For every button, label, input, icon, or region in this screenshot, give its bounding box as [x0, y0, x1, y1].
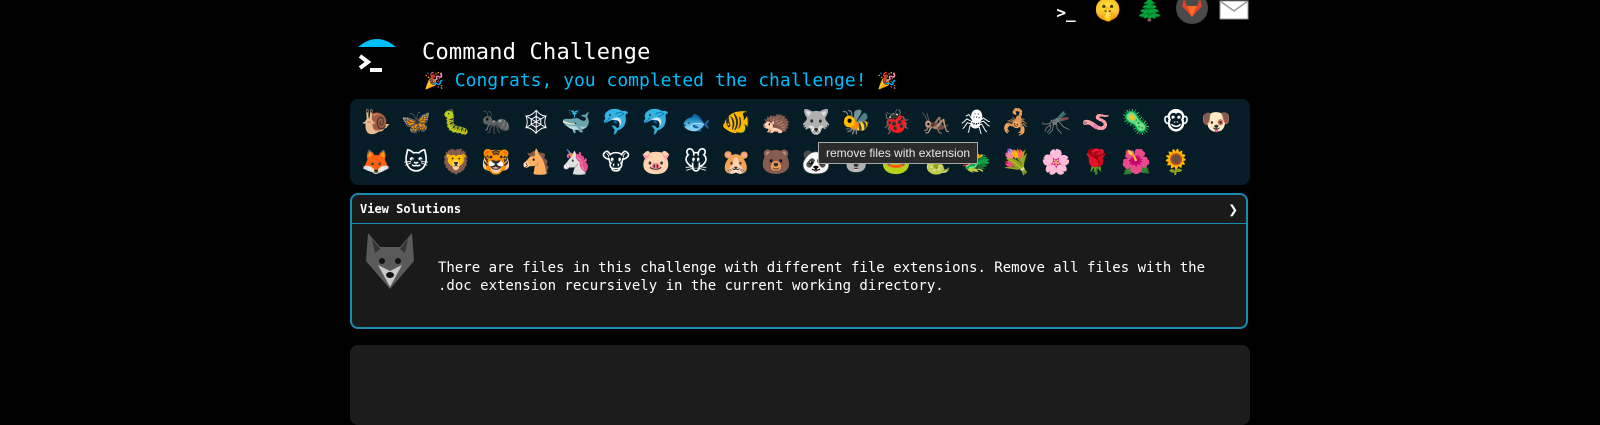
- challenge-icon[interactable]: 🐜: [476, 103, 516, 141]
- challenge-icon[interactable]: 🌺: [1116, 143, 1156, 181]
- challenge-icon[interactable]: 🐯: [476, 143, 516, 181]
- challenge-icon[interactable]: 🐵: [1156, 103, 1196, 141]
- challenge-icon[interactable]: 🪱: [1076, 103, 1116, 141]
- gitlab-icon[interactable]: [1176, 0, 1208, 24]
- challenge-icon[interactable]: 🦟: [1036, 103, 1076, 141]
- shush-face-icon[interactable]: 🤫: [1092, 0, 1124, 26]
- challenge-icon[interactable]: 🐛: [436, 103, 476, 141]
- challenge-icon[interactable]: 🐺: [796, 103, 836, 141]
- challenge-icon[interactable]: 🌻: [1156, 143, 1196, 181]
- challenge-icon[interactable]: 🕸: [516, 103, 556, 141]
- view-solutions-label: View Solutions: [360, 202, 462, 216]
- challenge-icon[interactable]: 🐷: [636, 143, 676, 181]
- challenge-icon[interactable]: 🦂: [996, 103, 1036, 141]
- terminal-panel[interactable]: [350, 345, 1250, 425]
- challenge-icon-bar: 🐌🦋🐛🐜🕸🐳🐬🐬🐟🐠🦔🐺🐝🐞🦗🕷🦂🦟🪱🦠🐵🐶 🦊🐱🦁🐯🐴🦄🐮🐷🐭🐹🐻🐼🐨🐸🐍🐲💐…: [350, 99, 1250, 185]
- tree-icon[interactable]: 🌲: [1134, 0, 1166, 26]
- challenge-icon[interactable]: 🌸: [1036, 143, 1076, 181]
- challenge-icon[interactable]: 🕷: [956, 103, 996, 141]
- challenge-icon[interactable]: 🐳: [556, 103, 596, 141]
- challenge-row: 🦊🐱🦁🐯🐴🦄🐮🐷🐭🐹🐻🐼🐨🐸🐍🐲💐🌸🌹🌺🌻: [356, 143, 1196, 181]
- page-title: Command Challenge: [422, 40, 651, 65]
- challenge-icon[interactable]: 🦄: [556, 143, 596, 181]
- party-popper-icon: 🎉: [424, 71, 444, 90]
- challenge-icon[interactable]: 🐶: [1196, 103, 1236, 141]
- wolf-icon: [362, 231, 418, 293]
- challenge-icon[interactable]: 🐻: [756, 143, 796, 181]
- challenge-icon[interactable]: 🐬: [596, 103, 636, 141]
- challenge-icon[interactable]: 🦋: [396, 103, 436, 141]
- terminal-icon[interactable]: >_: [1050, 0, 1082, 28]
- challenge-icon[interactable]: 🐠: [716, 103, 756, 141]
- chevron-right-icon[interactable]: ❯: [1228, 200, 1238, 219]
- challenge-icon[interactable]: 🐭: [676, 143, 716, 181]
- challenge-icon[interactable]: 🐝: [836, 103, 876, 141]
- challenge-row: 🐌 🦋 🐛 🐜 🕸 🐳 🐬 🐬 🐟 🐠 🦔 🐺 🐝 🐞 🦗 🕷 🦂 🦟 🪱 🦠 🐵 🐶: [356, 103, 1236, 141]
- challenge-icon[interactable]: 🐮: [596, 143, 636, 181]
- congrats-message: 🎉 Congrats, you completed the challenge!…: [424, 70, 897, 91]
- party-popper-icon: 🎉: [877, 71, 898, 90]
- mail-icon[interactable]: [1218, 0, 1250, 26]
- challenge-icon[interactable]: 🐬: [636, 103, 676, 141]
- view-solutions-toggle[interactable]: View Solutions ❯: [352, 195, 1246, 224]
- challenge-icon[interactable]: 🦔: [756, 103, 796, 141]
- challenge-icon[interactable]: 🐴: [516, 143, 556, 181]
- challenge-panel: View Solutions ❯ There are files in this…: [350, 193, 1248, 329]
- challenge-icon[interactable]: 🐱: [396, 143, 436, 181]
- challenge-icon[interactable]: 💐: [996, 143, 1036, 181]
- challenge-icon[interactable]: 🦁: [436, 143, 476, 181]
- challenge-icon[interactable]: 🦠: [1116, 103, 1156, 141]
- challenge-icon[interactable]: 🐟: [676, 103, 716, 141]
- challenge-icon[interactable]: 🌹: [1076, 143, 1116, 181]
- challenge-icon[interactable]: 🐞: [876, 103, 916, 141]
- challenge-icon[interactable]: 🦗: [916, 103, 956, 141]
- challenge-icon[interactable]: 🐹: [716, 143, 756, 181]
- congrats-text: Congrats, you completed the challenge!: [454, 70, 867, 91]
- challenge-icon[interactable]: 🐌: [356, 103, 396, 141]
- site-logo-icon[interactable]: [356, 37, 398, 79]
- challenge-icon[interactable]: 🦊: [356, 143, 396, 181]
- challenge-description: There are files in this challenge with d…: [438, 260, 1206, 294]
- top-nav: >_ 🤫 🌲: [1050, 0, 1250, 28]
- challenge-tooltip: remove files with extension: [818, 142, 979, 164]
